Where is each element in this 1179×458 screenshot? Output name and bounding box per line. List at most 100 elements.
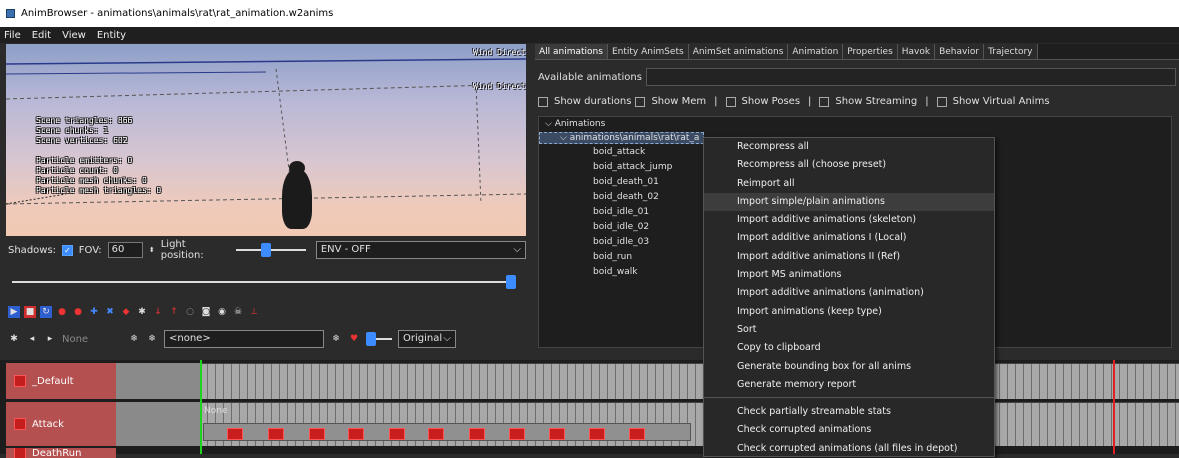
event-icon[interactable] <box>227 428 243 440</box>
snow-icon[interactable]: ❄ <box>128 333 140 345</box>
tab-havok[interactable]: Havok <box>897 44 936 59</box>
show-mem-checkbox[interactable] <box>635 96 646 107</box>
event-icon[interactable] <box>549 428 565 440</box>
show-virtual-anims-checkbox[interactable] <box>936 96 947 107</box>
end-marker[interactable] <box>1113 360 1115 454</box>
menu-file[interactable]: File <box>4 30 21 41</box>
blend-slider-knob[interactable] <box>366 332 376 346</box>
track-deathrun[interactable]: DeathRun <box>6 448 116 458</box>
menu-edit[interactable]: Edit <box>32 30 51 41</box>
original-select[interactable]: Original ⌵ <box>398 330 456 348</box>
3d-viewport[interactable]: Wind Direct Wind Direct Scene triangles:… <box>6 44 526 236</box>
menu-item[interactable]: Import additive animations II (Ref) <box>704 248 994 266</box>
show-streaming-checkbox[interactable] <box>819 96 830 107</box>
tab-animset-animations[interactable]: AnimSet animations <box>688 44 789 59</box>
tree-item[interactable]: boid_death_01 <box>593 177 659 187</box>
blend-slider[interactable] <box>366 332 392 346</box>
show-durations-checkbox[interactable] <box>538 96 548 107</box>
snow2-icon[interactable]: ❄ <box>146 333 158 345</box>
settings-icon[interactable]: ✱ <box>8 333 20 345</box>
tab-animation[interactable]: Animation <box>788 44 844 59</box>
tree-item[interactable]: boid_attack <box>593 147 645 157</box>
show-poses-checkbox[interactable] <box>725 96 736 107</box>
event-icon[interactable] <box>589 428 605 440</box>
menu-item[interactable]: Recompress all (choose preset) <box>704 156 994 174</box>
none-select[interactable]: None <box>62 334 122 345</box>
menu-item[interactable]: Generate bounding box for all anims <box>704 358 994 376</box>
event-icon[interactable] <box>348 428 364 440</box>
tab-properties[interactable]: Properties <box>843 44 898 59</box>
next-icon[interactable]: ▸ <box>44 333 56 345</box>
arrow-up-icon[interactable]: ↑ <box>168 306 180 318</box>
none-field[interactable]: <none> <box>164 330 324 348</box>
heart-icon[interactable]: ♥ <box>348 333 360 345</box>
light-slider-knob[interactable] <box>260 243 271 257</box>
tab-behavior[interactable]: Behavior <box>935 44 985 59</box>
playhead[interactable] <box>200 360 202 454</box>
skull-icon[interactable]: ☠ <box>232 306 244 318</box>
menu-item[interactable]: Check corrupted animations <box>704 421 994 439</box>
particle-icon[interactable]: ✱ <box>136 306 148 318</box>
weather-icon[interactable]: ❄ <box>330 333 342 345</box>
circle-icon[interactable]: ○ <box>184 306 196 318</box>
time-slider-knob[interactable] <box>506 275 516 289</box>
mesh-icon[interactable]: ◆ <box>120 306 132 318</box>
event-icon[interactable] <box>469 428 485 440</box>
event-icon[interactable] <box>428 428 444 440</box>
menu-item[interactable]: Reimport all <box>704 175 994 193</box>
track-default-grid[interactable] <box>200 363 1179 399</box>
sphere-icon[interactable]: ◉ <box>216 306 228 318</box>
tab-trajectory[interactable]: Trajectory <box>984 44 1038 59</box>
tab-entity-animsets[interactable]: Entity AnimSets <box>607 44 689 59</box>
event-icon[interactable] <box>309 428 325 440</box>
fov-stepper-icon[interactable]: ⬍ <box>149 246 155 254</box>
menu-view[interactable]: View <box>62 30 86 41</box>
track-default[interactable]: _Default <box>6 363 116 399</box>
time-slider[interactable] <box>12 275 516 289</box>
menu-item[interactable]: Import additive animations (skeleton) <box>704 211 994 229</box>
menu-item[interactable]: Import MS animations <box>704 266 994 284</box>
tree-item[interactable]: boid_run <box>593 252 632 262</box>
event-icon[interactable] <box>389 428 405 440</box>
menu-item[interactable]: Sort <box>704 321 994 339</box>
menu-item[interactable]: Import additive animations I (Local) <box>704 229 994 247</box>
fov-spinbox[interactable]: 60 <box>107 242 143 258</box>
event-icon[interactable] <box>629 428 645 440</box>
menu-item[interactable]: Generate memory report <box>704 376 994 394</box>
menu-item[interactable]: Import additive animations (animation) <box>704 284 994 302</box>
bone-icon[interactable]: ✚ <box>88 306 100 318</box>
menu-item[interactable]: Recompress all <box>704 138 994 156</box>
env-select[interactable]: ENV - OFF ⌵ <box>315 241 526 259</box>
track-attack[interactable]: Attack <box>6 402 116 446</box>
tree-item[interactable]: boid_idle_03 <box>593 237 649 247</box>
event-icon[interactable] <box>509 428 525 440</box>
menu-entity[interactable]: Entity <box>97 30 126 41</box>
shadows-checkbox[interactable]: ✓ <box>62 244 73 256</box>
loop-icon[interactable]: ↻ <box>40 306 52 318</box>
camera-icon[interactable]: ◙ <box>200 306 212 318</box>
record-icon[interactable]: ● <box>72 306 84 318</box>
skeleton-icon[interactable]: ✖ <box>104 306 116 318</box>
tab-all-animations[interactable]: All animations <box>535 44 608 59</box>
event-icon[interactable] <box>268 428 284 440</box>
stop-icon[interactable]: ■ <box>24 306 36 318</box>
tree-item[interactable]: boid_walk <box>593 267 638 277</box>
tree-item[interactable]: boid_idle_02 <box>593 222 649 232</box>
arrow-down-icon[interactable]: ↓ <box>152 306 164 318</box>
prev-icon[interactable]: ◂ <box>26 333 38 345</box>
tree-child[interactable]: ⌵ animations\animals\rat\rat_a <box>539 132 704 144</box>
menu-item[interactable]: Check corrupted animations (all files in… <box>704 440 994 458</box>
play-icon[interactable]: ▶ <box>8 306 20 318</box>
menu-item[interactable]: Import simple/plain animations <box>704 192 994 212</box>
menu-item[interactable]: Import animations (keep type) <box>704 303 994 321</box>
tree-item[interactable]: boid_death_02 <box>593 192 659 202</box>
marker-icon[interactable]: ⊥ <box>248 306 260 318</box>
menu-item[interactable]: Check partially streamable stats <box>704 403 994 421</box>
ghost-icon[interactable]: ● <box>56 306 68 318</box>
available-animations-field[interactable] <box>645 68 1176 86</box>
light-position-slider[interactable] <box>235 243 306 257</box>
tree-root[interactable]: ⌵ Animations <box>545 119 605 129</box>
tree-item[interactable]: boid_attack_jump <box>593 162 672 172</box>
menu-item[interactable]: Copy to clipboard <box>704 339 994 357</box>
tree-item[interactable]: boid_idle_01 <box>593 207 649 217</box>
